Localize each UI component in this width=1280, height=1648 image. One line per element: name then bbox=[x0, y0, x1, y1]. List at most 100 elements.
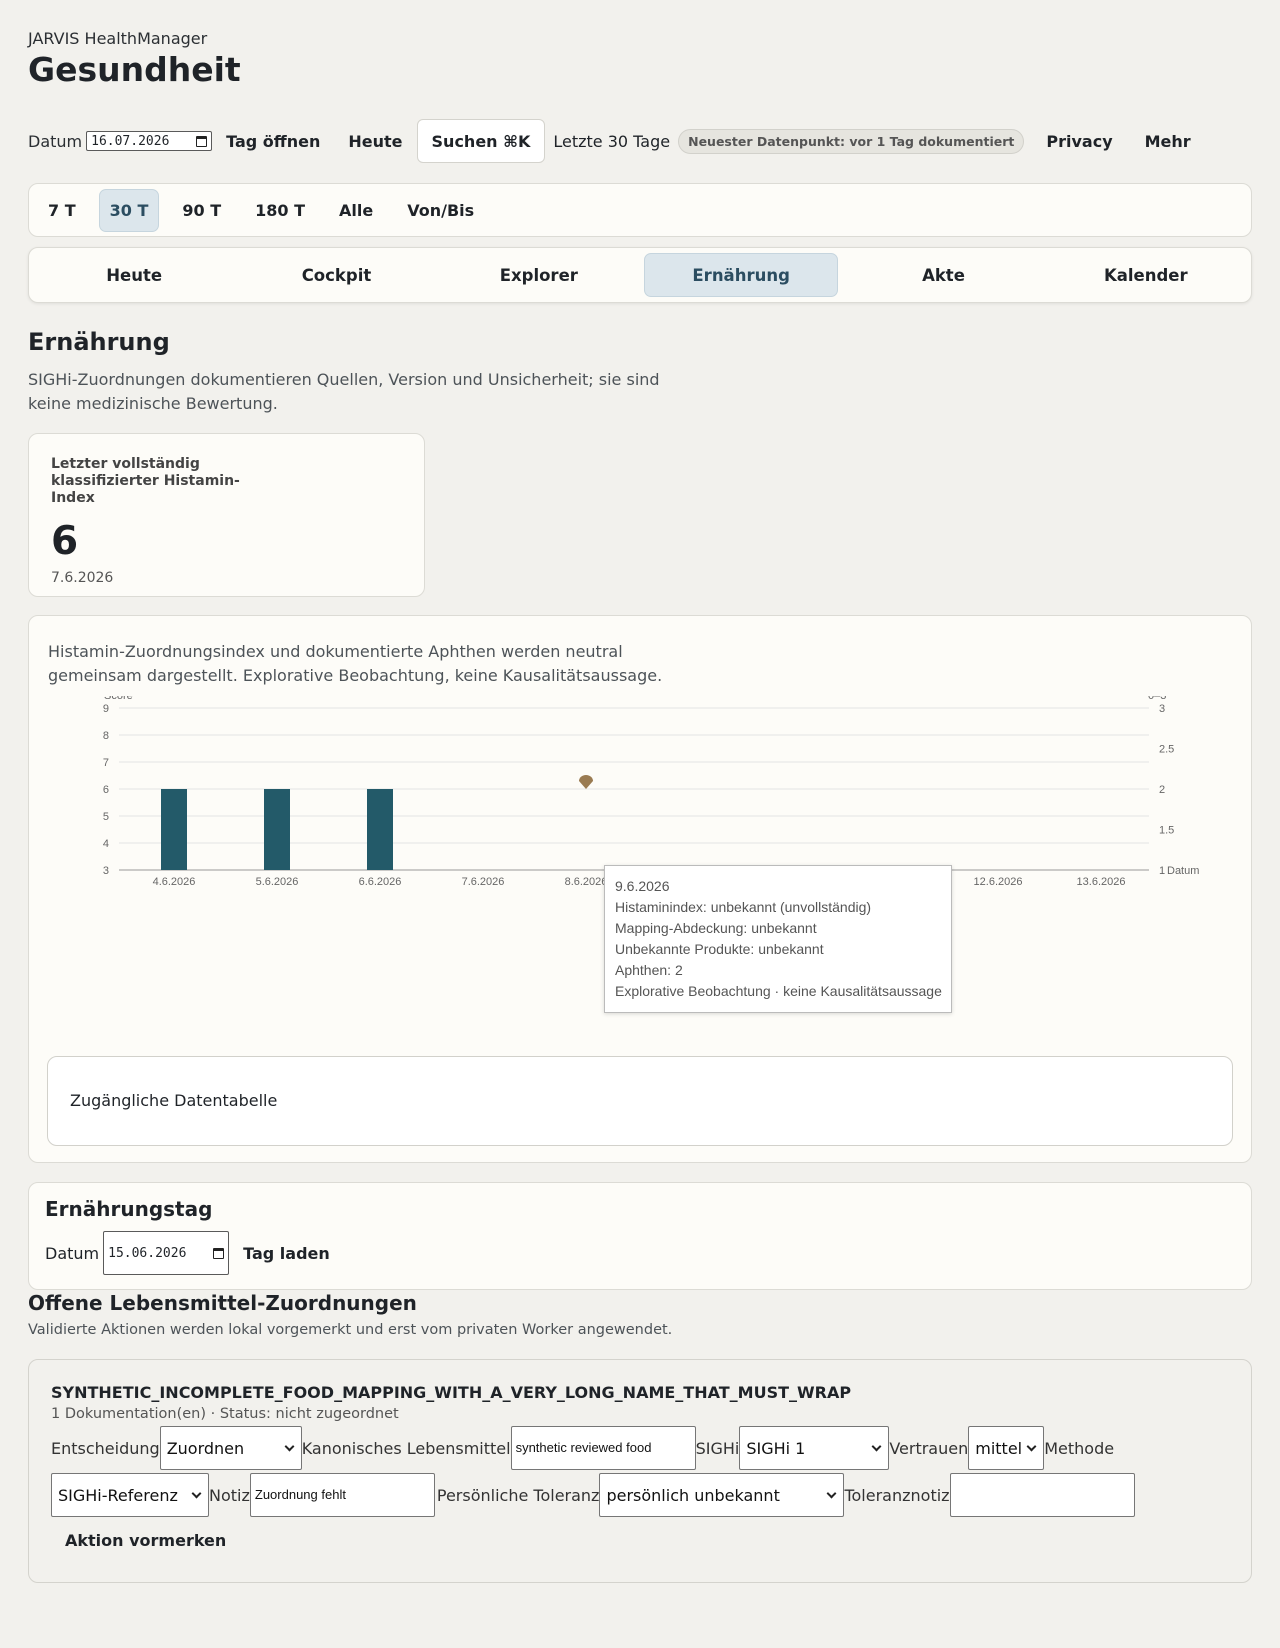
y-tick-left: 9 bbox=[103, 703, 109, 715]
calendar-icon[interactable] bbox=[213, 1247, 225, 1259]
tolerance-label: Persönliche Toleranz bbox=[436, 1485, 600, 1505]
chevron-down-icon bbox=[827, 1488, 837, 1498]
date-input-value: 16.07.2026 bbox=[91, 133, 170, 149]
mapping-form-row-2: SIGHi-Referenz Notiz Zuordnung fehlt Per… bbox=[51, 1473, 1135, 1517]
load-day-button[interactable]: Tag laden bbox=[229, 1234, 344, 1273]
method-value: SIGHi-Referenz bbox=[58, 1485, 178, 1505]
tooltip-line: Unbekannte Produkte: unbekannt bbox=[615, 941, 824, 957]
x-tick: 6.6.2026 bbox=[359, 876, 402, 888]
y-tick-left: 7 bbox=[103, 757, 109, 769]
more-button[interactable]: Mehr bbox=[1131, 122, 1205, 161]
canonical-food-input[interactable]: synthetic reviewed food bbox=[510, 1426, 696, 1470]
day-date-input[interactable]: 15.06.2026 bbox=[103, 1231, 230, 1275]
chevron-down-icon bbox=[871, 1441, 882, 1451]
open-mappings-title: Offene Lebensmittel-Zuordnungen bbox=[28, 1291, 417, 1315]
bar bbox=[161, 789, 187, 870]
date-input[interactable]: 16.07.2026 bbox=[86, 131, 213, 151]
confidence-value: mittel bbox=[975, 1438, 1023, 1458]
range-selector: 7 T 30 T 90 T 180 T Alle Von/Bis bbox=[28, 183, 1252, 237]
calendar-icon[interactable] bbox=[196, 135, 208, 147]
tolerance-select[interactable]: persönlich unbekannt bbox=[599, 1473, 845, 1517]
canonical-food-label: Kanonisches Lebensmittel bbox=[301, 1438, 511, 1458]
main-tabs: Heute Cockpit Explorer Ernährung Akte Ka… bbox=[28, 247, 1252, 303]
tab-kalender[interactable]: Kalender bbox=[1049, 253, 1243, 297]
method-label: Methode bbox=[1044, 1438, 1115, 1458]
page-title: Gesundheit bbox=[28, 50, 241, 89]
search-button[interactable]: Suchen ⌘K bbox=[416, 119, 546, 163]
x-axis-label: Datum bbox=[1167, 865, 1199, 877]
nutrition-day-title: Ernährungstag bbox=[45, 1197, 213, 1221]
range-7[interactable]: 7 T bbox=[37, 189, 87, 232]
y-tick-left: 3 bbox=[103, 865, 109, 877]
y-tick-left: 4 bbox=[103, 838, 109, 850]
open-day-button[interactable]: Tag öffnen bbox=[212, 122, 334, 161]
decision-value: Zuordnen bbox=[166, 1438, 245, 1458]
app-name: JARVIS HealthManager bbox=[28, 29, 208, 48]
kpi-label: Letzter vollständig klassifizierter Hist… bbox=[51, 456, 240, 506]
x-tick: 8.6.2026 bbox=[565, 876, 608, 888]
range-180[interactable]: 180 T bbox=[244, 189, 316, 232]
sighi-select[interactable]: SIGHi 1 bbox=[739, 1426, 890, 1470]
tolerance-value: persönlich unbekannt bbox=[606, 1485, 780, 1505]
open-mappings-description: Validierte Aktionen werden lokal vorgeme… bbox=[28, 1322, 673, 1338]
note-label: Notiz bbox=[209, 1485, 250, 1505]
accessible-data-table-toggle[interactable]: Zugängliche Datentabelle bbox=[47, 1056, 1233, 1146]
confidence-select[interactable]: mittel bbox=[968, 1426, 1045, 1470]
decision-select[interactable]: Zuordnen bbox=[159, 1426, 302, 1470]
tab-akte[interactable]: Akte bbox=[846, 253, 1040, 297]
queue-action-button[interactable]: Aktion vormerken bbox=[51, 1521, 240, 1560]
tab-heute[interactable]: Heute bbox=[37, 253, 231, 297]
x-tick: 13.6.2026 bbox=[1077, 876, 1126, 888]
chart-description: Histamin-Zuordnungsindex und dokumentier… bbox=[48, 642, 663, 685]
section-title: Ernährung bbox=[28, 328, 170, 356]
nutrition-day-card: Ernährungstag Datum 15.06.2026 Tag laden bbox=[28, 1182, 1252, 1290]
range-30[interactable]: 30 T bbox=[98, 188, 160, 232]
toolbar: Datum 16.07.2026 Tag öffnen Heute Suchen… bbox=[28, 119, 1205, 163]
y-tick-right: 2 bbox=[1159, 784, 1165, 796]
tab-cockpit[interactable]: Cockpit bbox=[239, 253, 433, 297]
range-all[interactable]: Alle bbox=[328, 189, 384, 232]
chevron-down-icon bbox=[284, 1441, 295, 1451]
date-label: Datum bbox=[28, 131, 83, 151]
y-axis-label-left: Score bbox=[104, 696, 133, 702]
tooltip-line: 9.6.2026 bbox=[615, 878, 670, 894]
y-tick-right: 1 bbox=[1159, 865, 1165, 877]
tooltip-line: Explorative Beobachtung · keine Kausalit… bbox=[615, 983, 942, 999]
histamine-kpi-card: Letzter vollständig klassifizierter Hist… bbox=[28, 433, 425, 597]
y-tick-left: 6 bbox=[103, 784, 109, 796]
y-tick-right: 1.5 bbox=[1159, 825, 1174, 837]
bar bbox=[264, 789, 290, 870]
chevron-down-icon bbox=[1026, 1441, 1037, 1451]
x-tick: 7.6.2026 bbox=[462, 876, 505, 888]
latest-datapoint-badge: Neuester Datenpunkt: vor 1 Tag dokumenti… bbox=[678, 128, 1025, 154]
x-tick: 12.6.2026 bbox=[974, 876, 1023, 888]
y-tick-right: 3 bbox=[1159, 703, 1165, 715]
range-text: Letzte 30 Tage bbox=[553, 131, 671, 151]
method-select[interactable]: SIGHi-Referenz bbox=[51, 1473, 209, 1517]
tooltip-line: Histaminindex: unbekannt (unvollständig) bbox=[615, 899, 872, 915]
range-custom[interactable]: Von/Bis bbox=[396, 189, 485, 232]
marker-point bbox=[579, 775, 593, 789]
range-90[interactable]: 90 T bbox=[171, 189, 232, 232]
y-tick-left: 5 bbox=[103, 811, 109, 823]
tooltip-line: Mapping-Abdeckung: unbekannt bbox=[615, 920, 817, 936]
nutrition-day-row: Datum 15.06.2026 Tag laden bbox=[45, 1231, 344, 1275]
chart-card: Histamin-Zuordnungsindex und dokumentier… bbox=[28, 615, 1252, 1163]
y-axis-label-right: 0–3 bbox=[1148, 696, 1166, 702]
mapping-card: SYNTHETIC_INCOMPLETE_FOOD_MAPPING_WITH_A… bbox=[28, 1359, 1252, 1583]
x-tick: 5.6.2026 bbox=[256, 876, 299, 888]
y-tick-left: 8 bbox=[103, 730, 109, 742]
tooltip-line: Aphthen: 2 bbox=[615, 962, 683, 978]
tolerance-note-input[interactable] bbox=[949, 1473, 1135, 1517]
kpi-value: 6 bbox=[51, 519, 79, 564]
note-input[interactable]: Zuordnung fehlt bbox=[249, 1473, 435, 1517]
x-tick: 4.6.2026 bbox=[153, 876, 196, 888]
y-tick-right: 2.5 bbox=[1159, 744, 1174, 756]
day-date-label: Datum bbox=[45, 1243, 100, 1263]
tab-explorer[interactable]: Explorer bbox=[442, 253, 636, 297]
privacy-button[interactable]: Privacy bbox=[1032, 122, 1126, 161]
chart-tooltip: 9.6.2026 Histaminindex: unbekannt (unvoll… bbox=[604, 865, 952, 1013]
kpi-date: 7.6.2026 bbox=[51, 570, 114, 586]
tab-ernaehrung[interactable]: Ernährung bbox=[643, 253, 839, 297]
today-button[interactable]: Heute bbox=[334, 122, 416, 161]
